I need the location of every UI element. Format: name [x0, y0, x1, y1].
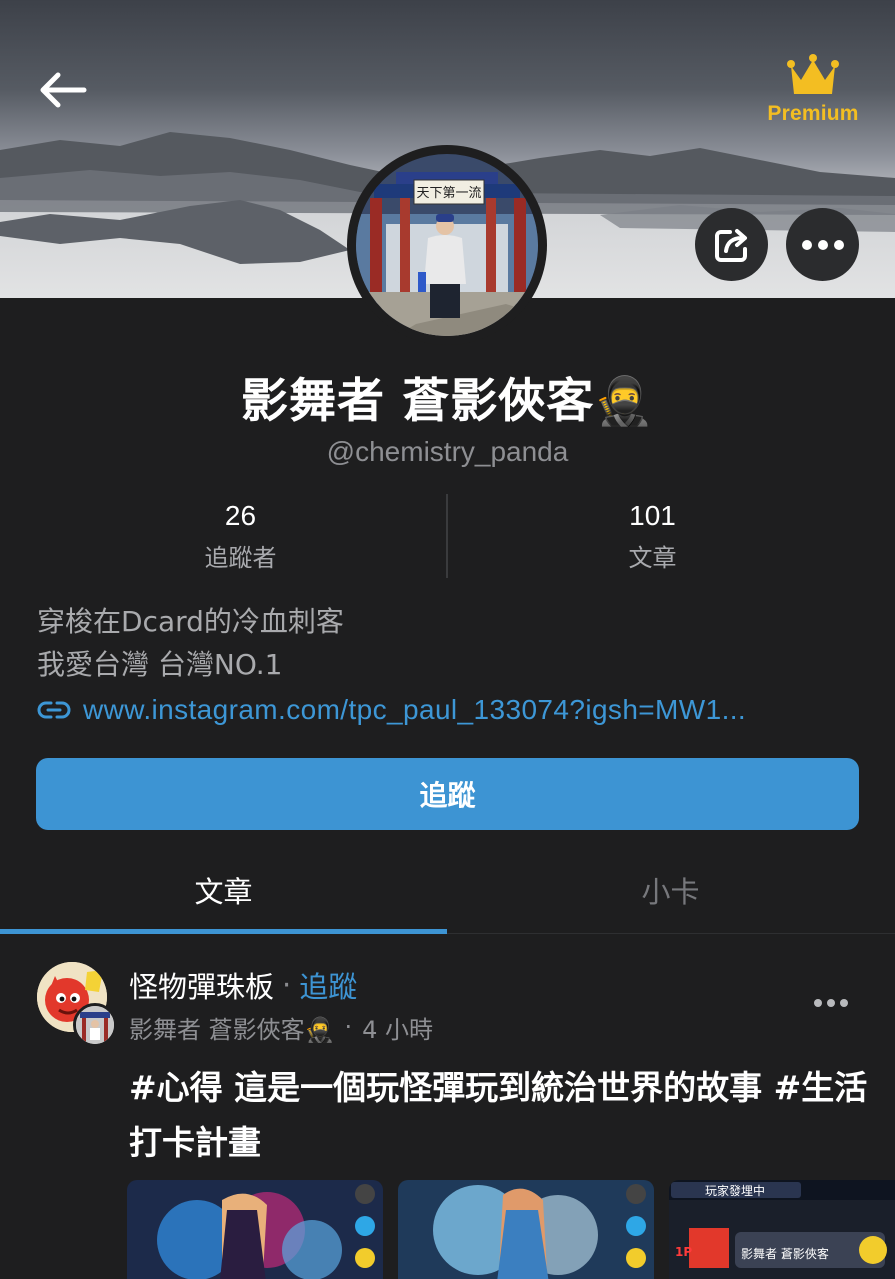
follow-forum-link[interactable]: 追蹤 [299, 964, 357, 1006]
post-image[interactable] [127, 1180, 383, 1279]
more-horizontal-icon [814, 999, 848, 1007]
post-forum-line: 怪物彈珠板 · 追蹤 [129, 965, 357, 1005]
separator-dot: · [344, 1013, 353, 1041]
crown-icon [787, 54, 839, 94]
premium-label: Premium [767, 102, 859, 125]
link-icon [37, 701, 71, 719]
author-avatar[interactable] [73, 1003, 117, 1047]
post-image[interactable]: 玩家發埋中 1P 影舞者 蒼影俠客 [669, 1180, 895, 1279]
user-handle: @chemistry_panda [326, 436, 569, 467]
display-name: 影舞者 蒼影俠客🥷 [241, 374, 654, 429]
back-button[interactable] [32, 62, 92, 118]
post-more-button[interactable] [809, 988, 853, 1018]
posts-count: 101 [629, 500, 676, 531]
post-image-3: 玩家發埋中 1P 影舞者 蒼影俠客 [669, 1180, 895, 1279]
bio-line: 穿梭在Dcard的冷血刺客 [37, 605, 344, 638]
post-author[interactable]: 影舞者 蒼影俠客🥷 [129, 1010, 335, 1045]
profile-tabs: 文章 小卡 [0, 850, 895, 934]
more-options-button[interactable] [786, 208, 859, 281]
followers-count: 26 [224, 500, 257, 531]
follow-button[interactable]: 追蹤 [36, 758, 859, 830]
profile-bio: 穿梭在Dcard的冷血刺客 我愛台灣 台灣NO.1 [37, 600, 344, 686]
posts-label: 文章 [628, 544, 677, 572]
share-button[interactable] [695, 208, 768, 281]
share-icon [714, 228, 747, 262]
bio-line: 我愛台灣 台灣NO.1 [37, 648, 283, 681]
author-avatar-image [76, 1006, 114, 1044]
more-horizontal-icon [801, 239, 844, 250]
forum-name[interactable]: 怪物彈珠板 [129, 964, 274, 1006]
active-tab-indicator [0, 929, 447, 934]
followers-stat[interactable]: 26 追蹤者 [17, 494, 464, 578]
followers-label: 追蹤者 [204, 544, 277, 572]
premium-badge[interactable]: Premium [760, 52, 866, 132]
post-meta: 影舞者 蒼影俠客🥷 · 4 小時 [129, 1009, 433, 1045]
tab-posts[interactable]: 文章 [0, 850, 447, 930]
tab-cards[interactable]: 小卡 [447, 850, 894, 930]
profile-avatar[interactable]: 天下第一流 [347, 145, 547, 345]
posts-stat[interactable]: 101 文章 [429, 494, 876, 578]
thumb3-banner-text: 玩家發埋中 [705, 1183, 765, 1198]
arrow-left-icon [40, 72, 87, 108]
thumb3-badge-text: 1P [675, 1245, 692, 1259]
post-title[interactable]: #心得 這是一個玩怪彈玩到統治世界的故事 #生活打卡計畫 [129, 1060, 869, 1170]
profile-stats: 26 追蹤者 101 文章 [0, 494, 895, 578]
post-image[interactable] [398, 1180, 654, 1279]
avatar-photo: 天下第一流 [356, 154, 538, 336]
post-item[interactable]: 怪物彈珠板 · 追蹤 影舞者 蒼影俠客🥷 · 4 小時 #心得 這是一個玩怪彈玩… [0, 955, 895, 1279]
post-image-2 [398, 1180, 654, 1279]
separator-dot: · [282, 968, 292, 1002]
avatar-sign-text: 天下第一流 [416, 186, 481, 201]
thumb3-user-text: 影舞者 蒼影俠客 [741, 1246, 829, 1261]
post-time: 4 小時 [362, 1015, 434, 1044]
post-image-1 [127, 1180, 383, 1279]
link-text: www.instagram.com/tpc_paul_133074?igsh=M… [83, 694, 747, 725]
profile-link[interactable]: www.instagram.com/tpc_paul_133074?igsh=M… [37, 688, 867, 732]
